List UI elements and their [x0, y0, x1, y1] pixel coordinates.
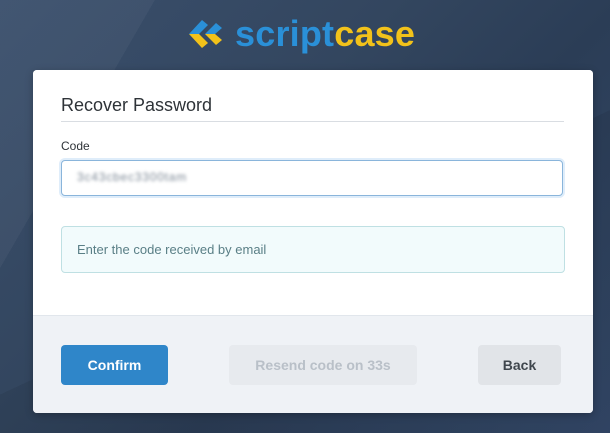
- resend-code-button[interactable]: Resend code on 33s: [229, 345, 417, 385]
- scriptcase-wordmark: script case: [235, 16, 415, 52]
- back-button[interactable]: Back: [478, 345, 561, 385]
- title-divider: [61, 121, 564, 122]
- wordmark-case: case: [334, 13, 416, 54]
- card-body: Recover Password Code 3c43cbec3300tam En…: [33, 70, 593, 315]
- scriptcase-logo: script case: [187, 12, 415, 56]
- code-input[interactable]: [61, 160, 563, 196]
- scriptcase-logo-icon: [189, 20, 222, 48]
- wordmark-script: script: [235, 13, 335, 54]
- page-title: Recover Password: [61, 95, 213, 115]
- email-code-hint-text: Enter the code received by email: [77, 242, 267, 257]
- code-label: Code: [61, 139, 90, 153]
- card-footer: Confirm Resend code on 33s Back: [33, 315, 593, 413]
- recover-password-card: Recover Password Code 3c43cbec3300tam En…: [33, 70, 593, 413]
- confirm-button[interactable]: Confirm: [61, 345, 168, 385]
- email-code-hint: Enter the code received by email: [61, 226, 565, 273]
